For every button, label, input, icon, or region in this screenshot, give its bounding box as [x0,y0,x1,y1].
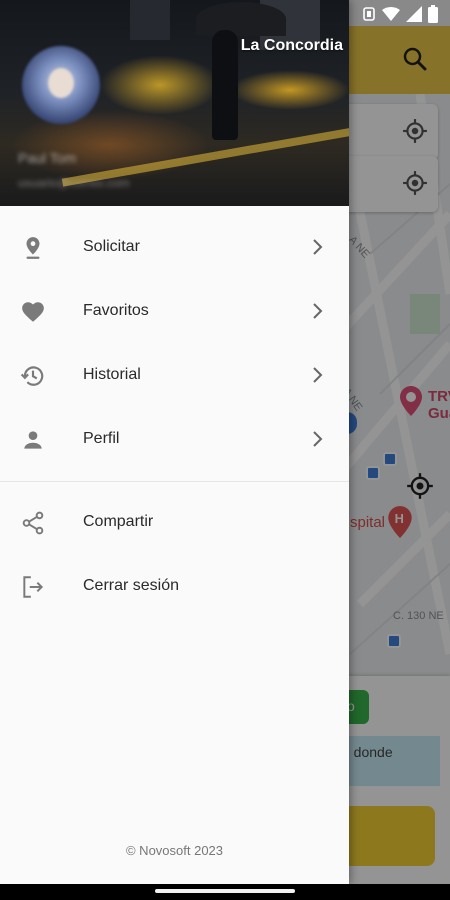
menu-item-perfil[interactable]: Perfil [0,407,349,471]
chevron-right-icon [313,303,323,319]
cell-signal-icon [406,6,422,22]
person-icon [24,431,42,449]
header-background-person [212,30,238,140]
header-background-light [100,55,220,115]
user-name: Paul Tom [18,150,77,166]
menu-item-compartir[interactable]: Compartir [0,490,349,554]
heart-icon [22,302,44,322]
chevron-right-icon [313,239,323,255]
avatar[interactable] [22,46,100,124]
location-pin-icon [26,237,40,259]
menu-item-solicitar[interactable]: Solicitar [0,215,349,279]
menu-divider [0,481,349,482]
app-name: La Concordia [240,37,343,54]
menu-item-cerrar-sesion[interactable]: Cerrar sesión [0,554,349,618]
drawer-header: La Concordia Paul Tom usuario@correo.com [0,0,349,206]
menu-item-label: Historial [83,366,141,383]
navigation-drawer: La Concordia Paul Tom usuario@correo.com… [0,0,349,884]
menu-item-label: Perfil [83,430,120,447]
header-background-light [230,70,349,110]
battery-icon [428,5,438,23]
nfc-icon [363,7,375,21]
drawer-menu: Solicitar Favoritos Historial Perfil Com… [0,215,349,618]
header-background-umbrella [196,2,286,36]
user-email: usuario@correo.com [18,176,130,190]
status-bar [362,5,438,23]
copyright-text: © Novosoft 2023 [125,843,224,858]
share-icon [22,511,44,535]
menu-item-historial[interactable]: Historial [0,343,349,407]
menu-item-favoritos[interactable]: Favoritos [0,279,349,343]
gesture-nav-handle[interactable] [155,889,295,893]
logout-icon [23,576,44,598]
history-icon [20,366,44,386]
chevron-right-icon [313,431,323,447]
menu-item-label: Compartir [83,513,154,530]
menu-item-label: Solicitar [83,238,140,255]
header-background-building [130,0,170,40]
menu-item-label: Cerrar sesión [83,577,180,594]
wifi-icon [382,7,400,21]
menu-item-label: Favoritos [83,302,149,319]
chevron-right-icon [313,367,323,383]
